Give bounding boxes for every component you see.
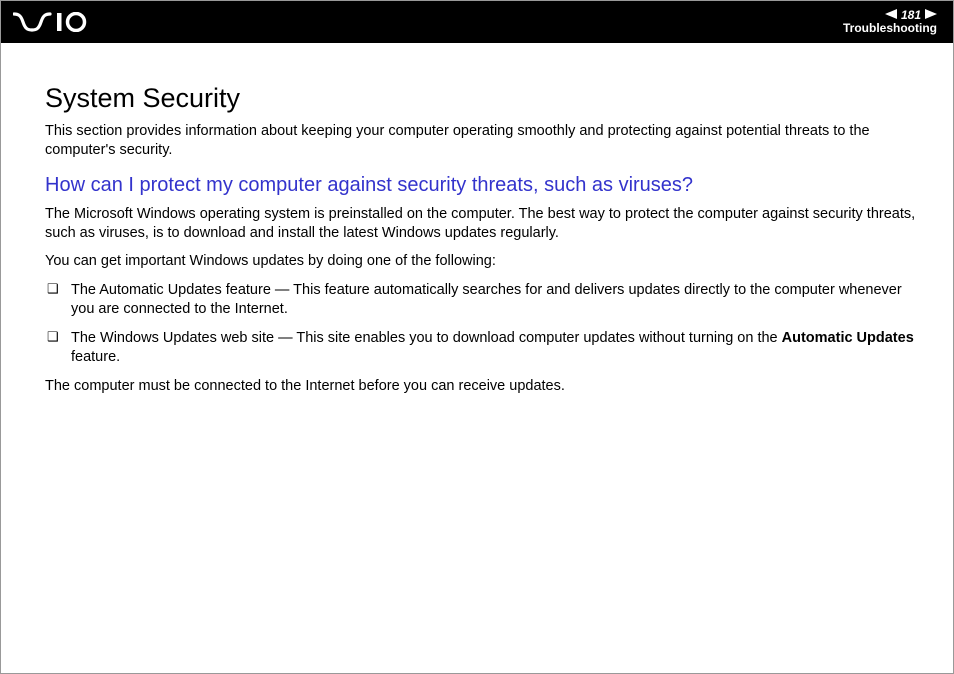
vaio-logo [13,12,109,32]
page-content: System Security This section provides in… [1,43,953,395]
bullet-text: The Automatic Updates feature — This fea… [71,282,902,317]
header-right: 181 Troubleshooting [843,9,937,35]
list-item: The Automatic Updates feature — This fea… [45,281,925,319]
bullet-text-pre: The Windows Updates web site — This site… [71,330,782,346]
list-item: The Windows Updates web site — This site… [45,329,925,367]
section-label: Troubleshooting [843,22,937,35]
bullet-text-bold: Automatic Updates [782,330,914,346]
intro-paragraph: This section provides information about … [45,122,925,160]
question-heading: How can I protect my computer against se… [45,174,925,197]
page-title: System Security [45,83,925,114]
bullet-text-post: feature. [71,349,120,365]
paragraph-2: You can get important Windows updates by… [45,252,925,271]
paragraph-1: The Microsoft Windows operating system i… [45,205,925,243]
paragraph-3: The computer must be connected to the In… [45,377,925,396]
bullet-list: The Automatic Updates feature — This fea… [45,281,925,366]
document-header: 181 Troubleshooting [1,1,953,43]
